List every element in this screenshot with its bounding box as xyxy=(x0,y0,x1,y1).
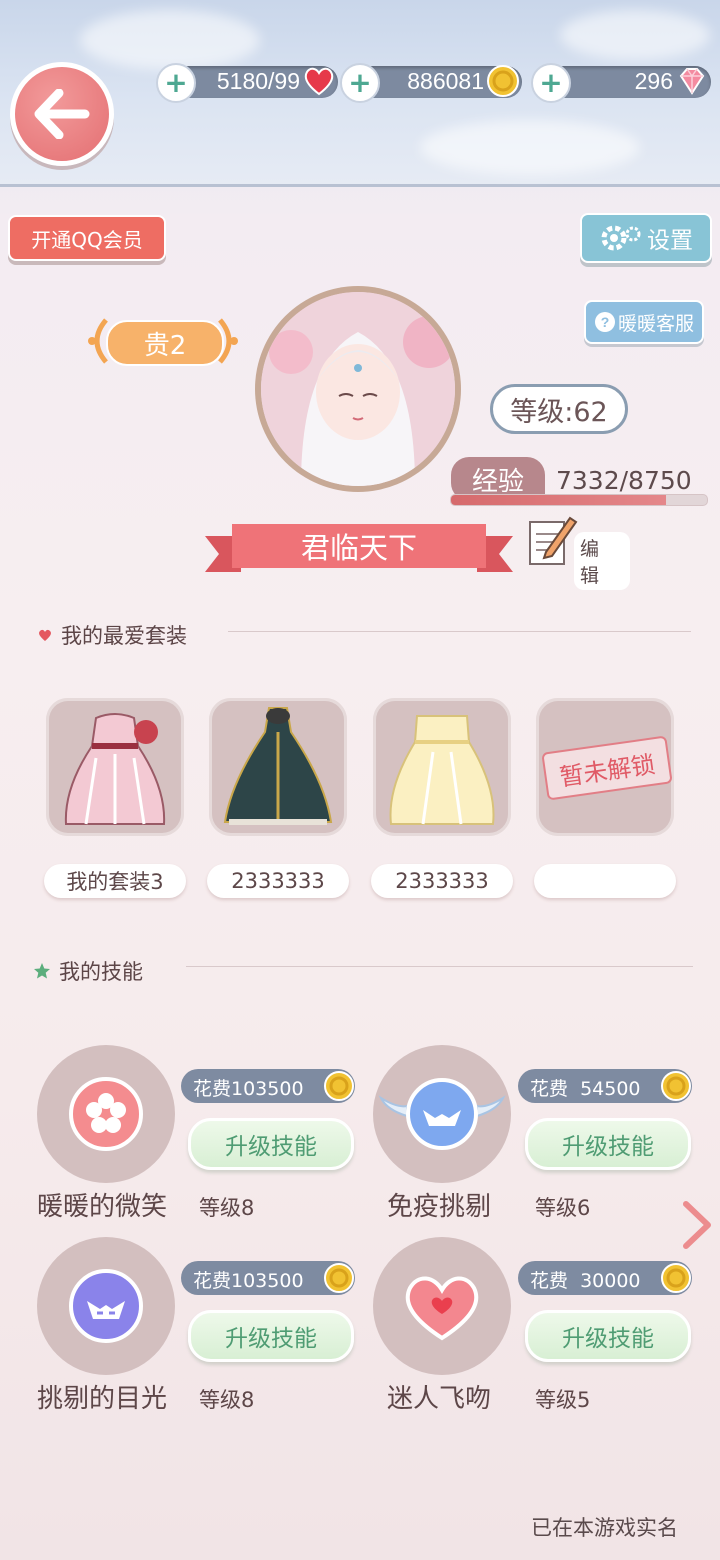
skills-section-title: 我的技能 xyxy=(33,956,143,986)
coin-icon xyxy=(487,65,519,97)
stamina-value: 5180/99 xyxy=(216,68,300,94)
upgrade-skill-label-4: 升级技能 xyxy=(562,1326,654,1352)
help-icon: ? xyxy=(594,312,615,332)
player-level-label: 等级:62 xyxy=(510,396,608,428)
outfit-name-3[interactable]: 2333333 xyxy=(371,864,513,898)
skill-cost-2: 花费 54500 xyxy=(518,1069,692,1103)
heart-orb-icon xyxy=(405,1276,479,1341)
locked-stamp: 暂未解锁 xyxy=(541,735,673,801)
settings-label: 设置 xyxy=(647,228,693,254)
upgrade-skill-button-4[interactable]: 升级技能 xyxy=(525,1310,691,1362)
dark-robe-thumbnail xyxy=(223,707,333,825)
avatar[interactable] xyxy=(255,286,461,492)
player-level: 等级:62 xyxy=(490,384,628,434)
realname-verified-text: 已在本游戏实名 xyxy=(531,1516,678,1540)
stamina-counter: + 5180/99 xyxy=(156,63,338,103)
favorites-section-title: 我的最爱套装 xyxy=(37,620,187,650)
favorites-divider xyxy=(228,631,691,632)
outfit-name-1[interactable]: 我的套装3 xyxy=(44,864,186,898)
heart-icon xyxy=(39,629,51,641)
skill-level-4: 等级5 xyxy=(535,1388,591,1412)
exp-value: 7332/8750 xyxy=(556,466,692,495)
favorites-title: 我的最爱套装 xyxy=(61,624,187,648)
add-diamond-button[interactable]: + xyxy=(531,63,571,103)
outfit-name-4[interactable] xyxy=(534,864,676,898)
star-icon xyxy=(34,963,50,979)
gold-counter: + 886081 xyxy=(340,63,522,103)
skill-level-1: 等级8 xyxy=(199,1196,255,1220)
pink-dress-thumbnail xyxy=(64,713,166,825)
skills-title: 我的技能 xyxy=(59,960,143,984)
skill-name-1: 暖暖的微笑 xyxy=(37,1192,168,1222)
skill-level-3: 等级8 xyxy=(199,1388,255,1412)
edit-pencil-icon xyxy=(529,516,578,565)
skill-icon-slot-1[interactable] xyxy=(37,1045,175,1183)
gear-icon xyxy=(601,225,641,251)
back-button[interactable] xyxy=(10,62,114,166)
skill-icon-slot-4[interactable] xyxy=(373,1237,511,1375)
gold-value: 886081 xyxy=(407,68,484,94)
coin-icon xyxy=(661,1071,691,1101)
skill-cost-text-2: 花费 54500 xyxy=(530,1078,641,1100)
customer-service-button[interactable]: ? 暖暖客服 xyxy=(584,300,704,344)
player-nickname: 君临天下 xyxy=(300,531,417,565)
skill-cost-text-3: 花费103500 xyxy=(193,1270,304,1292)
diamond-value: 296 xyxy=(634,68,673,94)
skill-cost-text-1: 花费103500 xyxy=(193,1078,304,1100)
skill-name-4: 迷人飞吻 xyxy=(387,1384,492,1414)
settings-button[interactable]: 设置 xyxy=(580,213,712,263)
next-page-arrow-icon[interactable] xyxy=(680,1200,714,1250)
upgrade-skill-label-1: 升级技能 xyxy=(225,1134,317,1160)
exp-progress-fill xyxy=(451,495,666,505)
skill-cost-1: 花费103500 xyxy=(181,1069,355,1103)
skill-level-2: 等级6 xyxy=(535,1196,591,1220)
qq-member-label: 开通QQ会员 xyxy=(31,227,143,252)
heart-icon xyxy=(304,67,334,96)
vip-label: 贵2 xyxy=(143,330,187,361)
add-gold-button[interactable]: + xyxy=(340,63,380,103)
upgrade-skill-button-2[interactable]: 升级技能 xyxy=(525,1118,691,1170)
coin-icon xyxy=(661,1263,691,1293)
upgrade-skill-button-1[interactable]: 升级技能 xyxy=(188,1118,354,1170)
outfit-slot-3[interactable] xyxy=(373,698,511,836)
outfit-slot-1[interactable] xyxy=(46,698,184,836)
avatar-portrait xyxy=(261,292,455,486)
upgrade-skill-button-3[interactable]: 升级技能 xyxy=(188,1310,354,1362)
diamond-icon xyxy=(679,68,705,95)
customer-service-label: 暖暖客服 xyxy=(617,312,694,335)
mask-orb-icon xyxy=(69,1269,143,1343)
skill-icon-slot-3[interactable] xyxy=(37,1237,175,1375)
svg-text:?: ? xyxy=(601,314,610,330)
vip-badge[interactable]: 贵2 xyxy=(84,312,242,370)
edit-name-label: 编 辑 xyxy=(574,532,630,590)
edit-name-button[interactable]: 编 辑 xyxy=(526,512,630,590)
back-arrow-icon xyxy=(34,89,90,139)
skill-icon-slot-2[interactable] xyxy=(373,1045,511,1183)
outfit-slot-2[interactable] xyxy=(209,698,347,836)
qq-member-button[interactable]: 开通QQ会员 xyxy=(8,215,166,261)
outfit-slot-4-locked[interactable]: 暂未解锁 xyxy=(536,698,674,836)
skill-cost-3: 花费103500 xyxy=(181,1261,355,1295)
upgrade-skill-label-3: 升级技能 xyxy=(225,1326,317,1352)
upgrade-skill-label-2: 升级技能 xyxy=(562,1134,654,1160)
coin-icon xyxy=(324,1071,354,1101)
sakura-orb-icon xyxy=(69,1077,143,1151)
diamond-counter: + 296 xyxy=(531,63,711,103)
skill-cost-4: 花费 30000 xyxy=(518,1261,692,1295)
yellow-gown-thumbnail xyxy=(389,715,495,825)
skill-name-3: 挑剔的目光 xyxy=(37,1384,168,1414)
exp-progress-bar xyxy=(450,494,708,506)
skills-divider xyxy=(186,966,693,967)
winged-mask-orb-icon xyxy=(378,1078,506,1150)
add-stamina-button[interactable]: + xyxy=(156,63,196,103)
skill-cost-text-4: 花费 30000 xyxy=(530,1270,641,1292)
coin-icon xyxy=(324,1263,354,1293)
outfit-name-2[interactable]: 2333333 xyxy=(207,864,349,898)
skill-name-2: 免疫挑剔 xyxy=(387,1192,492,1222)
